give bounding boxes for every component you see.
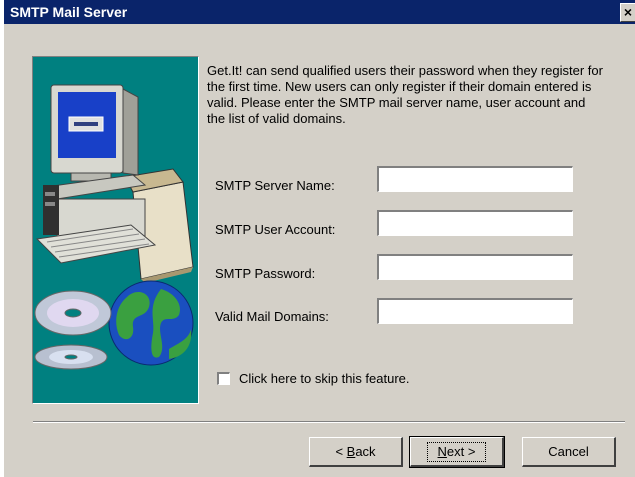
button-divider: [33, 421, 625, 423]
title-bar[interactable]: SMTP Mail Server ×: [4, 0, 635, 24]
mail-domains-input[interactable]: [377, 298, 573, 324]
next-label: ext >: [446, 444, 476, 459]
skip-checkbox-label[interactable]: Click here to skip this feature.: [239, 371, 410, 386]
computer-illustration: [34, 84, 194, 370]
next-accel: N: [437, 444, 447, 459]
cancel-button[interactable]: Cancel: [522, 437, 616, 467]
close-icon[interactable]: ×: [620, 3, 635, 22]
dialog-window: SMTP Mail Server × Get.It! can send qual…: [4, 0, 635, 477]
mail-domains-label: Valid Mail Domains:: [215, 309, 329, 324]
skip-checkbox[interactable]: [217, 372, 230, 385]
user-account-input[interactable]: [377, 210, 573, 236]
next-button[interactable]: Next >: [409, 436, 505, 468]
cd-disc-icon: [34, 290, 112, 370]
window-title: SMTP Mail Server: [10, 4, 128, 20]
password-label: SMTP Password:: [215, 266, 316, 281]
back-button[interactable]: < Back: [309, 437, 403, 467]
next-focus: Next >: [426, 442, 487, 462]
server-name-label: SMTP Server Name:: [215, 178, 335, 193]
password-input[interactable]: [377, 254, 573, 280]
server-name-input[interactable]: [377, 166, 573, 192]
back-label: ack: [355, 444, 376, 459]
wizard-illustration: [32, 56, 199, 404]
description-text: Get.It! can send qualified users their p…: [207, 63, 603, 126]
back-prefix: <: [335, 444, 347, 459]
user-account-label: SMTP User Account:: [215, 222, 336, 237]
